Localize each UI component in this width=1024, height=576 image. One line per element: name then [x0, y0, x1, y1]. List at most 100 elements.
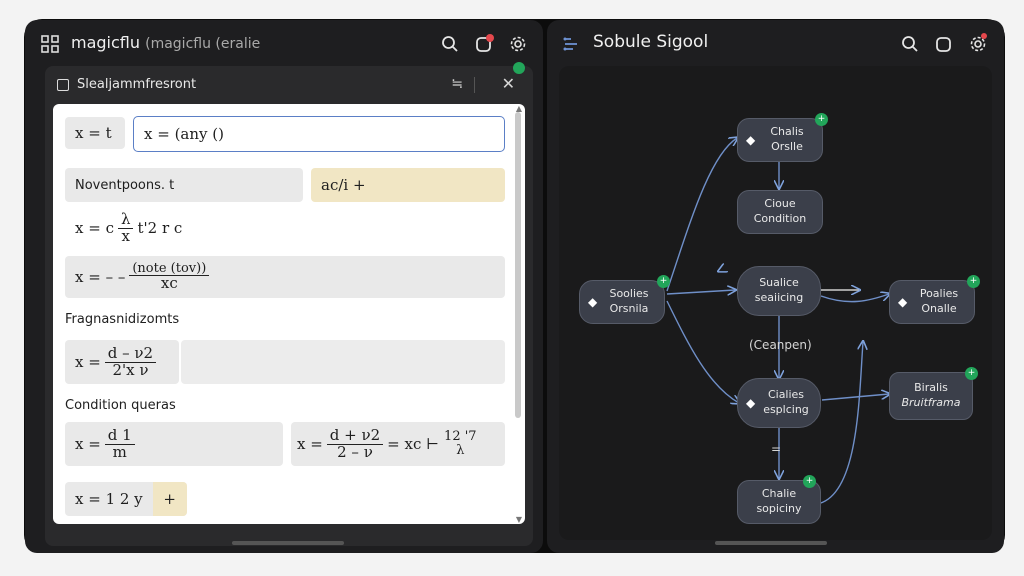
- equation-line[interactable]: x = c λx t'2 r c: [65, 208, 365, 248]
- close-icon[interactable]: ✕: [502, 74, 515, 93]
- numerator: λ: [117, 211, 134, 229]
- add-button[interactable]: +: [152, 482, 187, 516]
- edge: [821, 394, 889, 401]
- flow-node[interactable]: ◆ Poalies Onalle +: [889, 275, 980, 324]
- numerator: d 1: [104, 427, 135, 445]
- flow-node[interactable]: ◆ Chalis Orslle +: [737, 113, 828, 162]
- scroll-down-icon[interactable]: ▼: [516, 515, 522, 524]
- add-badge-icon[interactable]: +: [815, 113, 828, 126]
- equation-rhs: = xc ⊢: [387, 435, 440, 453]
- node-label: Condition: [753, 212, 807, 225]
- sheet-header: Slealjammfresront ≒ ✕: [45, 66, 533, 104]
- section-field[interactable]: Noventpoons. t: [65, 168, 303, 202]
- equation-lhs: x =: [75, 435, 101, 453]
- node-label: seaiicing: [754, 291, 804, 304]
- right-window-title: Sobule Sigool: [593, 32, 709, 52]
- notification-dot: [981, 33, 987, 39]
- fraction: d + ν2 2 – ν: [326, 427, 384, 461]
- select-checkbox[interactable]: [57, 79, 69, 91]
- equation-lhs: x = – –: [75, 268, 126, 286]
- flow-node[interactable]: Cioue Condition: [737, 190, 823, 234]
- equation-chip-highlight[interactable]: ac/i +: [311, 168, 505, 202]
- left-window: magicflu (magicflu (eralie Slealjammfres…: [25, 20, 543, 553]
- equation-lhs: x = c: [75, 219, 114, 237]
- notification-dot: [486, 34, 494, 42]
- section-heading: Fragnasnidizomts: [65, 312, 180, 327]
- equation-slot-strip[interactable]: [181, 340, 505, 384]
- flow-node[interactable]: Chalie sopiciny +: [737, 475, 821, 524]
- app-name: magicflu: [71, 33, 141, 52]
- equation-chip[interactable]: x = 1 2 y +: [65, 482, 187, 516]
- node-label: Chalie: [761, 487, 797, 501]
- scroll-up-icon[interactable]: ▲: [516, 104, 522, 113]
- search-icon[interactable]: [899, 33, 921, 55]
- add-badge-icon[interactable]: +: [967, 275, 980, 288]
- scrollbar[interactable]: [515, 112, 521, 418]
- settings-icon[interactable]: [967, 33, 989, 55]
- right-window: Sobule Sigool ◆ Chalis Orslle + Cioue Co…: [547, 20, 1004, 553]
- diamond-icon: ◆: [898, 294, 908, 309]
- add-badge-icon[interactable]: +: [965, 367, 978, 380]
- denominator: 2'x ν: [112, 360, 149, 379]
- equation-lhs: x =: [75, 353, 101, 371]
- equation-chip[interactable]: x = d – ν2 2'x ν: [65, 340, 179, 384]
- settings-icon[interactable]: [507, 33, 529, 55]
- fraction: (note (tov)) xc: [129, 262, 210, 293]
- left-topbar: magicflu (magicflu (eralie: [25, 20, 543, 68]
- node-label: Bruitframa: [901, 396, 961, 409]
- equation-chip[interactable]: x = d 1m: [65, 422, 283, 466]
- fraction: d – ν2 2'x ν: [104, 345, 157, 379]
- flow-node-decision[interactable]: ◆ Cialies esplcing: [737, 378, 821, 428]
- denominator: x: [121, 226, 130, 245]
- fraction: λx: [117, 211, 134, 245]
- grid-icon[interactable]: [41, 35, 59, 53]
- app-subtitle: (magicflu (eralie: [145, 36, 261, 52]
- diamond-icon: ◆: [588, 294, 598, 309]
- edge: [666, 290, 735, 294]
- numerator: d + ν2: [326, 427, 384, 445]
- node-label: sopiciny: [756, 502, 802, 515]
- section-heading: Condition queras: [65, 398, 176, 413]
- equation-text: x = 1 2 y: [75, 490, 143, 508]
- menu-icon[interactable]: ≒: [451, 76, 463, 92]
- dialog-sheet: Slealjammfresront ≒ ✕ ▲ ▼ x = t x = (any…: [45, 62, 533, 546]
- fraction: d 1m: [104, 427, 135, 461]
- fraction: 12 '7 λ: [441, 430, 480, 457]
- superscript: 12 '7: [444, 429, 477, 445]
- flow-canvas[interactable]: ◆ Chalis Orslle + Cioue Condition ◆ Sool…: [559, 66, 992, 540]
- equation-text: x = t: [75, 124, 112, 142]
- add-badge-icon[interactable]: +: [803, 475, 816, 488]
- subscript: λ: [456, 443, 465, 458]
- flow-icon[interactable]: [563, 35, 581, 53]
- diamond-icon: ◆: [746, 132, 756, 147]
- home-indicator: [232, 541, 344, 545]
- add-badge-icon[interactable]: +: [657, 275, 670, 288]
- flow-node-decision[interactable]: Sualice seaiicing: [737, 266, 821, 316]
- equation-lhs: x =: [297, 435, 323, 453]
- equation-text: ac/i +: [321, 176, 366, 194]
- right-topbar: Sobule Sigool: [547, 20, 1004, 68]
- flow-node[interactable]: Biralis Bruitframa +: [889, 367, 978, 420]
- denominator: m: [112, 442, 127, 461]
- denominator: 2 – ν: [337, 442, 373, 461]
- node-label: Sualice: [759, 276, 799, 290]
- denominator: xc: [160, 274, 178, 293]
- equation-line[interactable]: x = – – (note (tov)) xc: [65, 256, 505, 298]
- search-icon[interactable]: [439, 33, 461, 55]
- sheet-title: Slealjammfresront: [77, 77, 197, 92]
- equation-input[interactable]: x = (any (): [133, 116, 505, 152]
- copy-icon[interactable]: [933, 33, 955, 55]
- node-label: Cioue: [764, 197, 796, 211]
- node-label: Biralis: [914, 381, 948, 395]
- notification-icon[interactable]: [473, 33, 495, 55]
- edge: [666, 138, 737, 292]
- flow-node[interactable]: ◆ Soolies Orsnila +: [579, 275, 670, 324]
- equation-chip[interactable]: x = t: [65, 117, 125, 149]
- equation-editor: ▲ ▼ x = t x = (any () Noventpoons. t ac/…: [53, 104, 525, 524]
- edge: [820, 294, 889, 303]
- equation-chip[interactable]: x = d + ν2 2 – ν = xc ⊢ 12 '7 λ: [291, 422, 505, 466]
- equation-input-value: x = (any (): [144, 125, 224, 143]
- diamond-icon: ◆: [746, 395, 756, 410]
- home-indicator: [715, 541, 827, 545]
- equation-rhs: t'2 r c: [137, 219, 183, 237]
